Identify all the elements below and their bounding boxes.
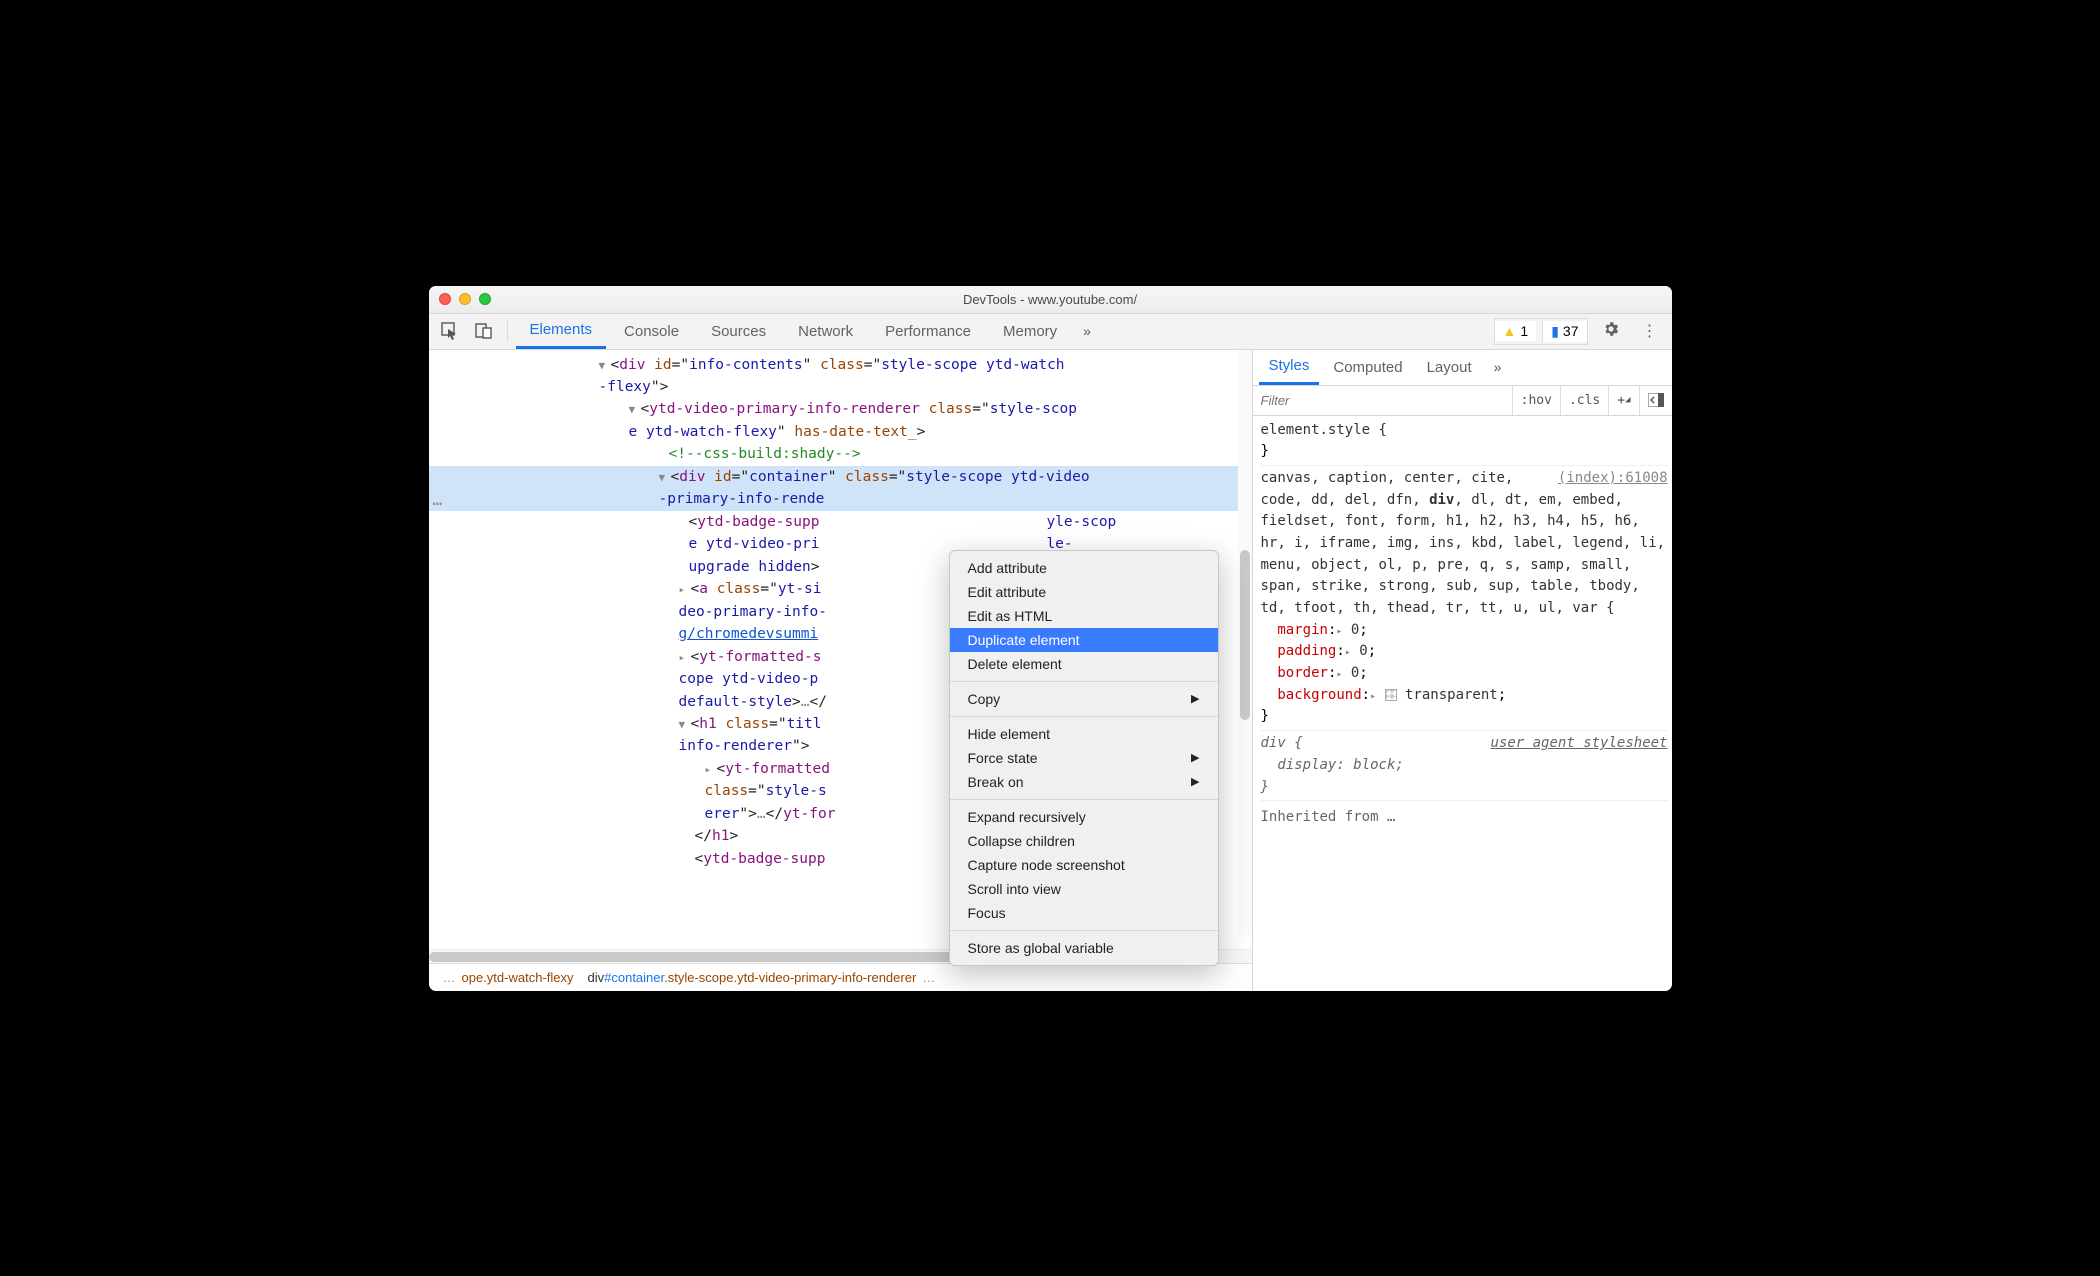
ctx-separator — [950, 681, 1218, 682]
ctx-capture-screenshot[interactable]: Capture node screenshot — [950, 853, 1218, 877]
ctx-expand-recursively[interactable]: Expand recursively — [950, 805, 1218, 829]
breadcrumb-overflow-left[interactable]: … — [437, 970, 462, 985]
ctx-break-on[interactable]: Break on▶ — [950, 770, 1218, 794]
styles-tab-layout[interactable]: Layout — [1417, 350, 1482, 385]
tab-elements[interactable]: Elements — [516, 314, 607, 349]
inspect-icon[interactable] — [435, 316, 465, 346]
vertical-scrollbar[interactable] — [1238, 350, 1252, 935]
ctx-hide-element[interactable]: Hide element — [950, 722, 1218, 746]
style-rule-ua[interactable]: user agent stylesheet div { display: blo… — [1261, 733, 1668, 801]
tab-console[interactable]: Console — [610, 314, 693, 349]
window-title: DevTools - www.youtube.com/ — [429, 292, 1672, 307]
main-tabbar: Elements Console Sources Network Perform… — [429, 314, 1672, 350]
tab-memory[interactable]: Memory — [989, 314, 1071, 349]
settings-icon[interactable] — [1594, 316, 1628, 347]
ctx-scroll-into-view[interactable]: Scroll into view — [950, 877, 1218, 901]
tabbar-divider — [507, 320, 508, 342]
styles-tabs-overflow-icon[interactable]: » — [1486, 359, 1510, 375]
inherited-section: Inherited from … — [1261, 803, 1668, 829]
ctx-collapse-children[interactable]: Collapse children — [950, 829, 1218, 853]
devtools-window: DevTools - www.youtube.com/ Elements Con… — [429, 286, 1672, 991]
ctx-copy[interactable]: Copy▶ — [950, 687, 1218, 711]
chevron-right-icon: ▶ — [1191, 775, 1199, 788]
styles-tab-computed[interactable]: Computed — [1323, 350, 1412, 385]
console-badges[interactable]: ▲ 1 ▮ 37 — [1494, 318, 1588, 345]
tab-network[interactable]: Network — [784, 314, 867, 349]
hov-toggle[interactable]: :hov — [1512, 386, 1560, 415]
breadcrumb-item-current[interactable]: div#container.style-scope.ytd-video-prim… — [588, 970, 917, 985]
styles-toolbar: :hov .cls +◢ — [1253, 386, 1672, 416]
styles-tab-styles[interactable]: Styles — [1259, 350, 1320, 385]
toggle-computed-sidebar-icon[interactable] — [1639, 386, 1672, 415]
ctx-edit-as-html[interactable]: Edit as HTML — [950, 604, 1218, 628]
message-icon: ▮ — [1551, 323, 1559, 340]
color-swatch-icon[interactable] — [1385, 689, 1397, 701]
messages-badge[interactable]: ▮ 37 — [1542, 321, 1586, 342]
styles-rules[interactable]: element.style { } (index):61008 canvas, … — [1253, 416, 1672, 991]
warning-icon: ▲ — [1503, 323, 1517, 339]
style-rule[interactable]: element.style { } — [1261, 420, 1668, 466]
new-rule-button[interactable]: +◢ — [1608, 386, 1638, 415]
device-toggle-icon[interactable] — [469, 316, 499, 346]
cls-toggle[interactable]: .cls — [1560, 386, 1608, 415]
rule-source-link[interactable]: (index):61008 — [1558, 468, 1668, 490]
ctx-store-global[interactable]: Store as global variable — [950, 936, 1218, 960]
context-menu[interactable]: Add attribute Edit attribute Edit as HTM… — [949, 550, 1219, 966]
tabbar-right: ▲ 1 ▮ 37 ⋮ — [1494, 316, 1666, 347]
ctx-edit-attribute[interactable]: Edit attribute — [950, 580, 1218, 604]
breadcrumb[interactable]: … ope.ytd-watch-flexy div#container.styl… — [429, 963, 1252, 991]
warning-count: 1 — [1520, 323, 1528, 339]
titlebar: DevTools - www.youtube.com/ — [429, 286, 1672, 314]
tab-performance[interactable]: Performance — [871, 314, 985, 349]
tabs-overflow-icon[interactable]: » — [1075, 323, 1099, 339]
styles-tabbar: Styles Computed Layout » — [1253, 350, 1672, 386]
styles-panel: Styles Computed Layout » :hov .cls +◢ el… — [1252, 350, 1672, 991]
more-menu-icon[interactable]: ⋮ — [1634, 317, 1666, 345]
ctx-separator — [950, 716, 1218, 717]
selected-dom-node[interactable]: ▼<div id="container" class="style-scope … — [429, 466, 1252, 511]
ctx-delete-element[interactable]: Delete element — [950, 652, 1218, 676]
vertical-scrollbar-thumb[interactable] — [1240, 550, 1250, 720]
gutter-ellipsis: … — [433, 490, 443, 509]
rule-source-label: user agent stylesheet — [1490, 733, 1667, 755]
message-count: 37 — [1563, 323, 1579, 339]
ctx-force-state[interactable]: Force state▶ — [950, 746, 1218, 770]
chevron-right-icon: ▶ — [1191, 751, 1199, 764]
ctx-focus[interactable]: Focus — [950, 901, 1218, 925]
breadcrumb-overflow-right[interactable]: … — [916, 970, 941, 985]
tab-sources[interactable]: Sources — [697, 314, 780, 349]
ctx-separator — [950, 799, 1218, 800]
chevron-right-icon: ▶ — [1191, 692, 1199, 705]
style-rule[interactable]: (index):61008 canvas, caption, center, c… — [1261, 468, 1668, 731]
ctx-separator — [950, 930, 1218, 931]
ctx-duplicate-element[interactable]: Duplicate element — [950, 628, 1218, 652]
styles-filter-input[interactable] — [1253, 393, 1512, 408]
breadcrumb-item[interactable]: ope.ytd-watch-flexy — [462, 970, 574, 985]
ctx-add-attribute[interactable]: Add attribute — [950, 556, 1218, 580]
warning-badge[interactable]: ▲ 1 — [1495, 321, 1537, 341]
